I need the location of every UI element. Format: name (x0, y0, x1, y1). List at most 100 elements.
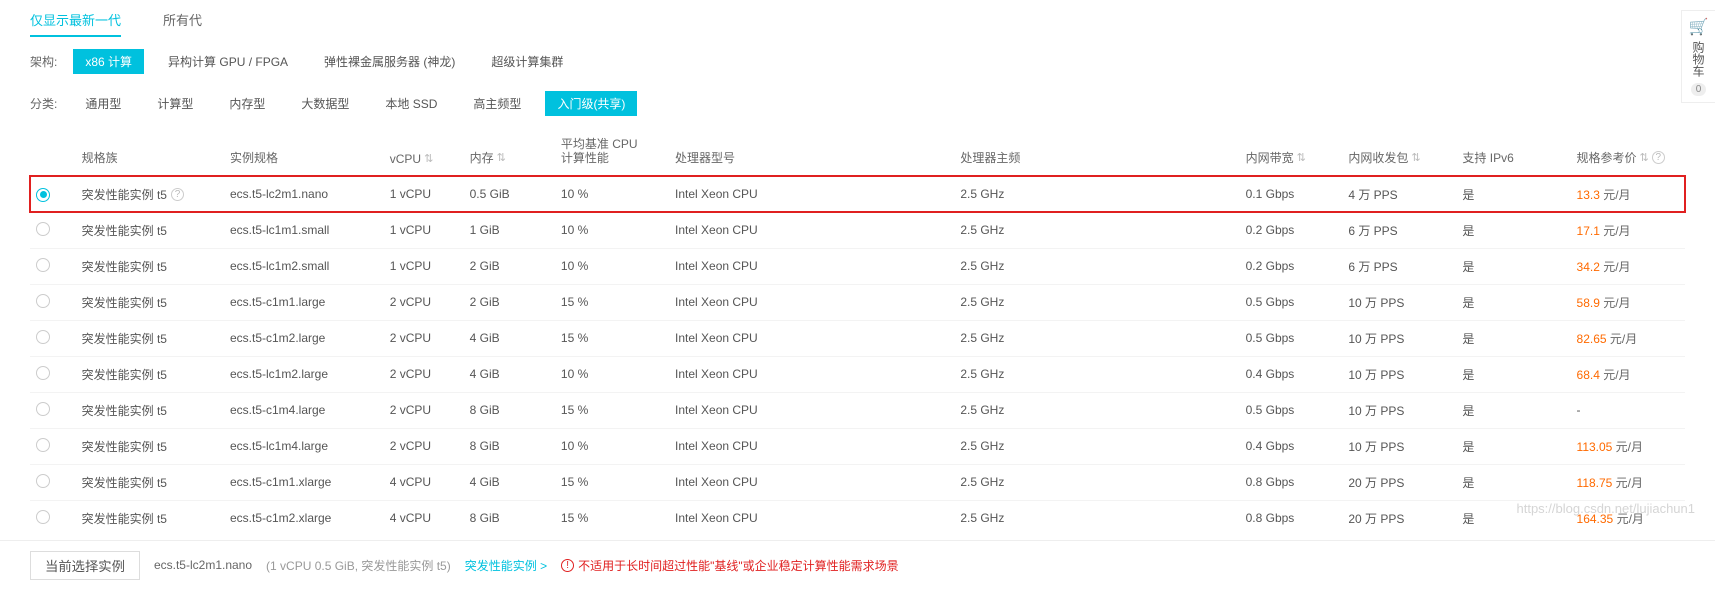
cat-memory[interactable]: 内存型 (217, 91, 277, 116)
cell-cpu-model: Intel Xeon CPU (669, 248, 954, 284)
cell-cpu-clock: 2.5 GHz (954, 212, 1239, 248)
table-row[interactable]: 突发性能实例 t5ecs.t5-lc1m2.small1 vCPU2 GiB10… (30, 248, 1685, 284)
cell-spec: ecs.t5-c1m1.xlarge (224, 464, 384, 500)
col-ipv6[interactable]: 支持 IPv6 (1462, 149, 1513, 166)
cell-price-number: 164.35 (1577, 512, 1614, 526)
cell-pps: 10 万 PPS (1342, 284, 1456, 320)
shopping-cart-panel[interactable]: 🛒 购物车 0 (1681, 10, 1715, 103)
cell-price-unit: 元/月 (1607, 332, 1638, 346)
cat-high-clock[interactable]: 高主频型 (461, 91, 533, 116)
col-baseline-cpu[interactable]: 平均基准 CPU 计算性能 (561, 137, 638, 166)
table-row[interactable]: 突发性能实例 t5ecs.t5-lc1m1.small1 vCPU1 GiB10… (30, 212, 1685, 248)
cell-baseline: 10 % (555, 248, 669, 284)
table-row[interactable]: 突发性能实例 t5 ?ecs.t5-lc2m1.nano1 vCPU0.5 Gi… (30, 176, 1685, 212)
burst-instance-link[interactable]: 突发性能实例 > (465, 557, 547, 574)
cell-vcpu: 2 vCPU (384, 428, 464, 464)
cell-memory: 2 GiB (464, 284, 555, 320)
col-cpu-model[interactable]: 处理器型号 (675, 149, 735, 166)
cell-vcpu: 2 vCPU (384, 392, 464, 428)
arch-bare-metal[interactable]: 弹性裸金属服务器 (神龙) (312, 49, 467, 74)
help-icon[interactable]: ? (1652, 151, 1665, 164)
col-pps[interactable]: 内网收发包 (1348, 149, 1408, 166)
col-spec[interactable]: 实例规格 (230, 149, 278, 166)
cell-spec: ecs.t5-c1m2.large (224, 320, 384, 356)
cell-baseline: 10 % (555, 428, 669, 464)
cat-entry-shared[interactable]: 入门级(共享) (545, 91, 637, 116)
arch-gpu[interactable]: 异构计算 GPU / FPGA (156, 49, 300, 74)
cell-memory: 8 GiB (464, 500, 555, 536)
col-price[interactable]: 规格参考价 (1577, 149, 1637, 166)
col-vcpu[interactable]: vCPU (390, 152, 421, 166)
generation-tabs: 仅显示最新一代 所有代 (0, 0, 1715, 37)
cell-cpu-clock: 2.5 GHz (954, 176, 1239, 212)
cell-baseline: 10 % (555, 212, 669, 248)
sort-icon[interactable]: ⇅ (1297, 151, 1306, 164)
table-row[interactable]: 突发性能实例 t5ecs.t5-c1m2.xlarge4 vCPU8 GiB15… (30, 500, 1685, 536)
cell-intranet-bw: 0.8 Gbps (1240, 500, 1343, 536)
tab-latest-gen[interactable]: 仅显示最新一代 (30, 4, 121, 37)
sort-icon[interactable]: ⇅ (497, 151, 506, 164)
row-radio[interactable] (36, 294, 50, 308)
arch-supercomputing[interactable]: 超级计算集群 (479, 49, 575, 74)
cell-vcpu: 2 vCPU (384, 284, 464, 320)
cell-intranet-bw: 0.5 Gbps (1240, 284, 1343, 320)
cell-vcpu: 2 vCPU (384, 356, 464, 392)
table-row[interactable]: 突发性能实例 t5ecs.t5-c1m1.large2 vCPU2 GiB15 … (30, 284, 1685, 320)
cell-spec: ecs.t5-lc2m1.nano (224, 176, 384, 212)
cell-baseline: 10 % (555, 356, 669, 392)
cell-pps: 6 万 PPS (1342, 248, 1456, 284)
cat-bigdata[interactable]: 大数据型 (289, 91, 361, 116)
col-intranet-bw[interactable]: 内网带宽 (1246, 149, 1294, 166)
cell-vcpu: 4 vCPU (384, 500, 464, 536)
cell-vcpu: 1 vCPU (384, 248, 464, 284)
tab-all-gen[interactable]: 所有代 (163, 4, 202, 37)
row-radio[interactable] (36, 366, 50, 380)
cat-local-ssd[interactable]: 本地 SSD (373, 91, 449, 116)
row-radio[interactable] (36, 474, 50, 488)
row-radio[interactable] (36, 258, 50, 272)
cell-price-number: 34.2 (1577, 260, 1600, 274)
table-row[interactable]: 突发性能实例 t5ecs.t5-c1m4.large2 vCPU8 GiB15 … (30, 392, 1685, 428)
sort-icon[interactable]: ⇅ (424, 152, 433, 165)
sort-icon[interactable]: ⇅ (1640, 151, 1649, 164)
category-filter-row: 分类: 通用型 计算型 内存型 大数据型 本地 SSD 高主频型 入门级(共享) (0, 79, 1715, 121)
table-row[interactable]: 突发性能实例 t5ecs.t5-c1m1.xlarge4 vCPU4 GiB15… (30, 464, 1685, 500)
cell-cpu-model: Intel Xeon CPU (669, 356, 954, 392)
cell-intranet-bw: 0.4 Gbps (1240, 428, 1343, 464)
cell-intranet-bw: 0.5 Gbps (1240, 392, 1343, 428)
row-radio[interactable] (36, 188, 50, 202)
table-header: 规格族 实例规格 vCPU⇅ 内存⇅ 平均基准 CPU 计算性能 处理器型号 处… (30, 127, 1685, 176)
select-instance-button[interactable]: 当前选择实例 (30, 551, 140, 580)
cell-price-number: 17.1 (1577, 224, 1600, 238)
row-radio[interactable] (36, 402, 50, 416)
arch-filter-row: 架构: x86 计算 异构计算 GPU / FPGA 弹性裸金属服务器 (神龙)… (0, 37, 1715, 79)
cell-pps: 10 万 PPS (1342, 320, 1456, 356)
cart-label: 购物车 (1690, 41, 1707, 77)
table-row[interactable]: 突发性能实例 t5ecs.t5-c1m2.large2 vCPU4 GiB15 … (30, 320, 1685, 356)
cell-spec: ecs.t5-c1m1.large (224, 284, 384, 320)
cell-price-number: 58.9 (1577, 296, 1600, 310)
arch-x86[interactable]: x86 计算 (73, 49, 144, 74)
cell-vcpu: 4 vCPU (384, 464, 464, 500)
col-family[interactable]: 规格族 (82, 149, 118, 166)
cell-price: - (1577, 403, 1581, 417)
sort-icon[interactable]: ⇅ (1411, 151, 1420, 164)
table-row[interactable]: 突发性能实例 t5ecs.t5-lc1m4.large2 vCPU8 GiB10… (30, 428, 1685, 464)
cell-baseline: 10 % (555, 176, 669, 212)
col-memory[interactable]: 内存 (470, 149, 494, 166)
row-radio[interactable] (36, 330, 50, 344)
table-row[interactable]: 突发性能实例 t5ecs.t5-lc1m2.large2 vCPU4 GiB10… (30, 356, 1685, 392)
cell-intranet-bw: 0.1 Gbps (1240, 176, 1343, 212)
cell-family: 突发性能实例 t5 (82, 438, 167, 455)
cart-count-badge: 0 (1691, 83, 1707, 96)
cart-icon: 🛒 (1684, 17, 1713, 37)
help-icon[interactable]: ? (171, 188, 184, 201)
cat-compute[interactable]: 计算型 (145, 91, 205, 116)
cell-family: 突发性能实例 t5 (82, 474, 167, 491)
cell-vcpu: 1 vCPU (384, 212, 464, 248)
cat-general[interactable]: 通用型 (73, 91, 133, 116)
row-radio[interactable] (36, 438, 50, 452)
cell-vcpu: 1 vCPU (384, 176, 464, 212)
col-cpu-clock[interactable]: 处理器主频 (960, 149, 1020, 166)
row-radio[interactable] (36, 222, 50, 236)
